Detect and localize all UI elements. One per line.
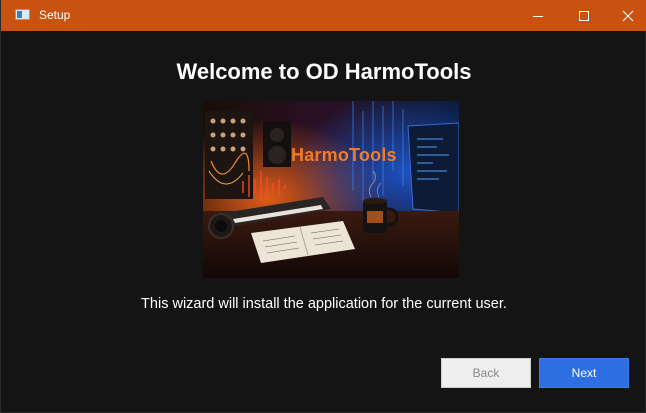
back-button[interactable]: Back [441, 358, 531, 388]
banner-logo-text: HarmoTools [291, 145, 397, 165]
close-icon [622, 10, 634, 21]
next-button[interactable]: Next [539, 358, 629, 388]
close-button[interactable] [605, 0, 646, 31]
banner-image: HarmoTools [203, 101, 459, 278]
setup-window: Setup Welcome to OD HarmoTools HarmoTool… [0, 0, 646, 413]
maximize-button[interactable] [561, 0, 607, 31]
welcome-heading: Welcome to OD HarmoTools [176, 59, 472, 84]
minimize-icon [533, 15, 543, 17]
title-bar[interactable]: Setup [1, 0, 646, 31]
window-title: Setup [39, 8, 71, 22]
minimize-button[interactable] [515, 0, 561, 31]
maximize-icon [579, 10, 589, 21]
wizard-description: This wizard will install the application… [141, 296, 507, 312]
setup-window-icon [15, 9, 30, 20]
